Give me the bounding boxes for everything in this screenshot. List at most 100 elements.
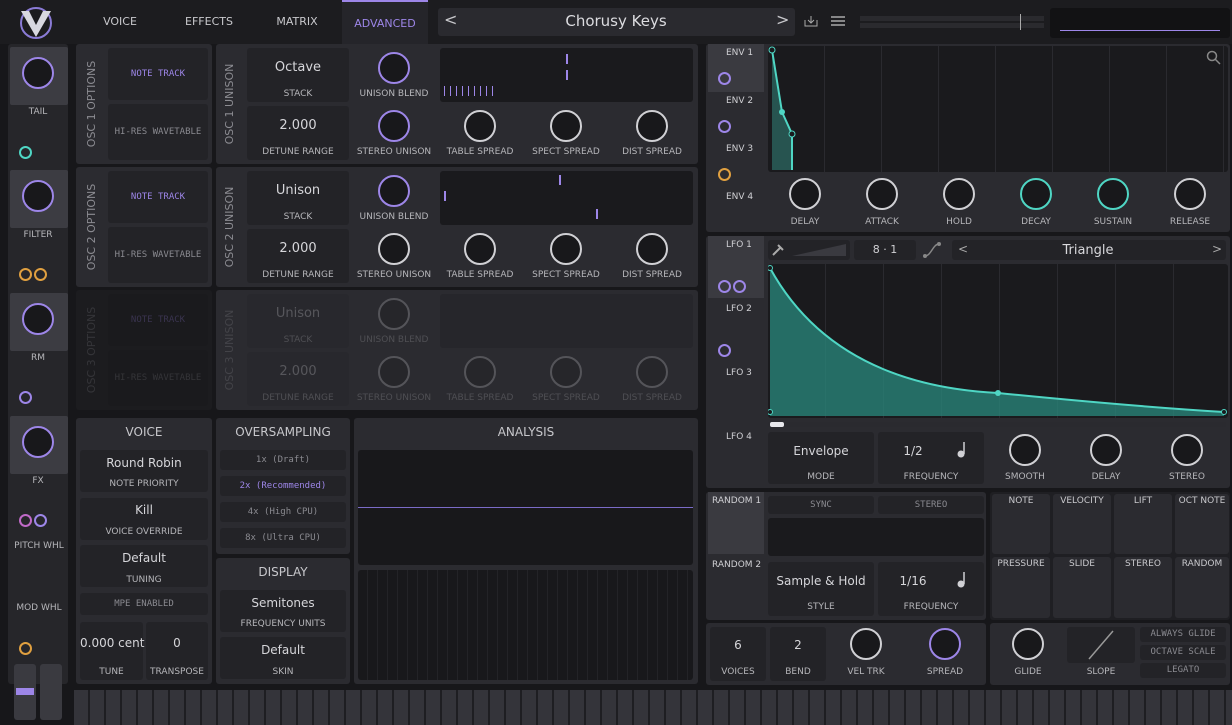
- menu-icon[interactable]: [830, 14, 846, 28]
- osc-1-table-spread-knob[interactable]: [464, 110, 496, 142]
- macro-1-mod-icon[interactable]: [19, 146, 32, 159]
- osc-3-table-spread-knob[interactable]: [464, 356, 496, 388]
- random-1-tab[interactable]: RANDOM 1: [708, 492, 764, 554]
- osc-2-stereo-unison-knob[interactable]: [378, 233, 410, 265]
- tab-effects[interactable]: EFFECTS: [174, 0, 244, 44]
- osc-1-dist-spread-knob[interactable]: [636, 110, 668, 142]
- envelope-graph[interactable]: [768, 46, 1228, 172]
- osc-1-unison-blend-knob[interactable]: [378, 52, 410, 84]
- osc-2-hires-toggle[interactable]: HI-RES WAVETABLE: [108, 227, 208, 283]
- spread-knob[interactable]: [929, 628, 961, 660]
- lfo-1-mod-icon[interactable]: [718, 280, 731, 293]
- oversampling-2x-option[interactable]: 2x (Recommended): [220, 476, 346, 496]
- lfo-4-tab[interactable]: LFO 4: [708, 428, 764, 486]
- always-glide-toggle[interactable]: ALWAYS GLIDE: [1140, 627, 1226, 642]
- lfo-stereo-knob[interactable]: [1171, 434, 1203, 466]
- osc-3-spect-spread-knob[interactable]: [550, 356, 582, 388]
- env-hold-knob[interactable]: [943, 178, 975, 210]
- lfo-1-mod-icon-b[interactable]: [733, 280, 746, 293]
- vital-logo[interactable]: [16, 6, 56, 40]
- osc-3-dist-spread-knob[interactable]: [636, 356, 668, 388]
- lfo-delay-knob[interactable]: [1090, 434, 1122, 466]
- oversampling-4x-option[interactable]: 4x (High CPU): [220, 502, 346, 522]
- osc-1-spect-spread-knob[interactable]: [550, 110, 582, 142]
- osc-2-spect-spread-knob[interactable]: [550, 233, 582, 265]
- preset-next-button[interactable]: >: [776, 10, 789, 29]
- slope-control[interactable]: [1067, 627, 1135, 663]
- random-note-icon[interactable]: [956, 570, 970, 588]
- mod-source-pressure[interactable]: PRESSURE: [992, 557, 1050, 618]
- note-icon[interactable]: [956, 440, 970, 458]
- env-3-mod-icon[interactable]: [718, 168, 731, 181]
- preset-name[interactable]: Chorusy Keys: [470, 12, 762, 30]
- env-2-tab[interactable]: ENV 2: [708, 92, 764, 140]
- macro-4-mod-icon[interactable]: [19, 514, 32, 527]
- osc-3-unison-blend-knob[interactable]: [378, 298, 410, 330]
- lfo-2-mod-icon[interactable]: [718, 344, 731, 357]
- env-1-mod-icon[interactable]: [718, 72, 731, 85]
- lfo-smooth-knob[interactable]: [1009, 434, 1041, 466]
- octave-scale-toggle[interactable]: OCTAVE SCALE: [1140, 645, 1226, 660]
- oversampling-1x-option[interactable]: 1x (Draft): [220, 450, 346, 470]
- osc-2-dist-spread-knob[interactable]: [636, 233, 668, 265]
- mod-source-random[interactable]: RANDOM: [1175, 557, 1229, 618]
- mod-source-slide[interactable]: SLIDE: [1053, 557, 1111, 618]
- lfo-paint-tool[interactable]: [768, 240, 850, 260]
- mod-wheel-mod-icon[interactable]: [19, 642, 32, 655]
- random-sync-toggle[interactable]: SYNC: [768, 496, 874, 514]
- vel-trk-knob[interactable]: [850, 628, 882, 660]
- pitch-wheel[interactable]: [14, 664, 36, 720]
- macro-2-mod-icon[interactable]: [19, 268, 32, 281]
- macro-2-mod-icon-b[interactable]: [34, 268, 47, 281]
- legato-toggle[interactable]: LEGATO: [1140, 663, 1226, 678]
- env-4-tab[interactable]: ENV 4: [708, 188, 764, 236]
- env-1-tab[interactable]: ENV 1: [708, 44, 764, 92]
- volume-meter[interactable]: [860, 14, 1044, 32]
- macro-3-mod-icon[interactable]: [19, 391, 32, 404]
- macro-1-knob[interactable]: [22, 57, 54, 89]
- macro-3-label[interactable]: RM: [10, 352, 66, 364]
- lfo-shape-next[interactable]: >: [1212, 242, 1222, 256]
- random-2-tab[interactable]: RANDOM 2: [708, 556, 764, 618]
- macro-2-knob[interactable]: [22, 180, 54, 212]
- lfo-scrollbar[interactable]: [768, 422, 1226, 427]
- mod-source-stereo[interactable]: STEREO: [1114, 557, 1172, 618]
- osc-2-table-spread-knob[interactable]: [464, 233, 496, 265]
- lfo-2-tab[interactable]: LFO 2: [708, 300, 764, 362]
- osc-1-note-track-toggle[interactable]: NOTE TRACK: [108, 48, 208, 100]
- env-3-tab[interactable]: ENV 3: [708, 140, 764, 188]
- osc-1-hires-toggle[interactable]: HI-RES WAVETABLE: [108, 104, 208, 160]
- mpe-enabled-toggle[interactable]: MPE ENABLED: [80, 593, 208, 615]
- lfo-1-tab[interactable]: LFO 1: [708, 236, 764, 298]
- pitch-wheel-label[interactable]: PITCH WHL: [10, 540, 68, 552]
- macro-4-label[interactable]: FX: [10, 475, 66, 487]
- macro-4-mod-icon-b[interactable]: [34, 514, 47, 527]
- preset-prev-button[interactable]: <: [444, 10, 457, 29]
- mod-source-lift[interactable]: LIFT: [1114, 494, 1172, 554]
- random-stereo-toggle[interactable]: STEREO: [878, 496, 984, 514]
- mod-source-note[interactable]: NOTE: [992, 494, 1050, 554]
- osc-3-note-track-toggle[interactable]: NOTE TRACK: [108, 294, 208, 346]
- lfo-shape-prev[interactable]: <: [958, 242, 968, 256]
- env-sustain-knob[interactable]: [1097, 178, 1129, 210]
- osc-3-stereo-unison-knob[interactable]: [378, 356, 410, 388]
- lfo-3-tab[interactable]: LFO 3: [708, 364, 764, 426]
- tab-matrix[interactable]: MATRIX: [262, 0, 332, 44]
- env-release-knob[interactable]: [1174, 178, 1206, 210]
- macro-1-label[interactable]: TAIL: [10, 106, 66, 118]
- mod-wheel-label[interactable]: MOD WHL: [10, 602, 68, 614]
- save-icon[interactable]: [803, 14, 819, 28]
- env-delay-knob[interactable]: [789, 178, 821, 210]
- env-decay-knob[interactable]: [1020, 178, 1052, 210]
- env-2-mod-icon[interactable]: [718, 120, 731, 133]
- envelope-zoom-icon[interactable]: [1206, 50, 1222, 66]
- glide-knob[interactable]: [1012, 628, 1044, 660]
- mod-wheel[interactable]: [40, 664, 62, 720]
- keyboard[interactable]: [74, 690, 1232, 725]
- oversampling-8x-option[interactable]: 8x (Ultra CPU): [220, 528, 346, 548]
- env-attack-knob[interactable]: [866, 178, 898, 210]
- macro-4-knob[interactable]: [22, 426, 54, 458]
- tab-advanced[interactable]: ADVANCED: [342, 0, 428, 44]
- osc-2-unison-blend-knob[interactable]: [378, 175, 410, 207]
- macro-3-knob[interactable]: [22, 303, 54, 335]
